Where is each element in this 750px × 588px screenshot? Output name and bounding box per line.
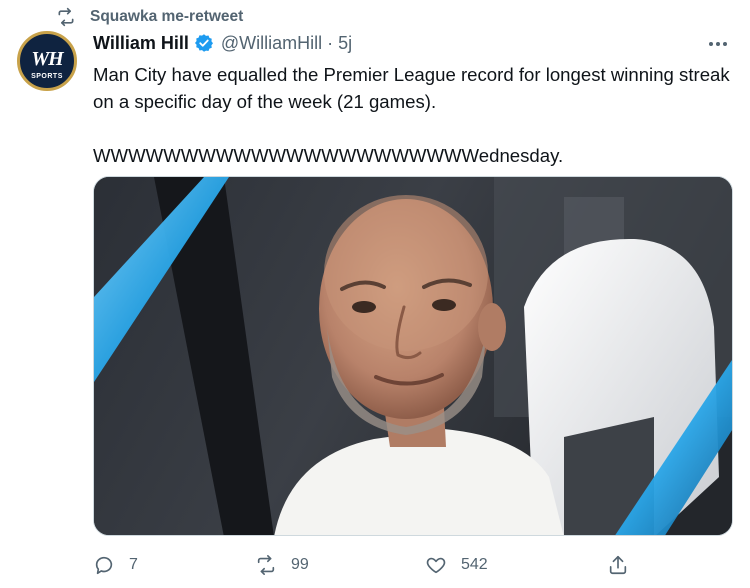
tweet-text-line: on a specific day of the week (21 games)…	[93, 91, 437, 112]
reply-count: 7	[129, 556, 138, 573]
more-dot-icon	[716, 42, 720, 46]
more-dot-icon	[723, 42, 727, 46]
reply-icon	[95, 556, 113, 575]
retweet-button[interactable]: 99	[255, 554, 309, 576]
share-icon	[609, 555, 627, 575]
retweet-icon	[58, 7, 74, 27]
like-count: 542	[461, 556, 488, 573]
avatar[interactable]: WH SPORTS	[17, 31, 77, 91]
like-button[interactable]: 542	[425, 554, 488, 576]
tweet-text-line: WWWWWWWWWWWWWWWWWWWWWWednesday.	[93, 145, 564, 166]
tweet-media-photo[interactable]	[93, 176, 733, 536]
photo-illustration	[94, 177, 732, 535]
tweet-text: Man City have equalled the Premier Leagu…	[93, 61, 743, 169]
retweet-context-label: Squawka me-retweet	[90, 8, 244, 25]
retweet-count: 99	[291, 556, 309, 573]
retweet-icon	[257, 555, 275, 575]
tweet-timestamp[interactable]: 5j	[338, 33, 352, 54]
more-options-button[interactable]	[706, 36, 730, 52]
tweet-text-line: Man City have equalled the Premier Leagu…	[93, 64, 730, 85]
retweet-context[interactable]: Squawka me-retweet	[56, 6, 243, 28]
tweet-actions-bar: 7 99 542	[93, 552, 638, 578]
avatar-monogram: WH	[31, 47, 63, 70]
more-dot-icon	[709, 42, 713, 46]
separator-dot: ·	[327, 32, 334, 53]
tweet-header: William Hill @WilliamHill · 5j	[93, 31, 352, 55]
author-name[interactable]: William Hill	[93, 33, 189, 54]
heart-icon	[426, 557, 446, 574]
share-button[interactable]	[607, 554, 629, 576]
verified-badge-icon	[194, 34, 213, 52]
avatar-caption: SPORTS	[31, 72, 63, 80]
author-handle[interactable]: @WilliamHill	[221, 33, 322, 54]
reply-button[interactable]: 7	[93, 554, 138, 576]
